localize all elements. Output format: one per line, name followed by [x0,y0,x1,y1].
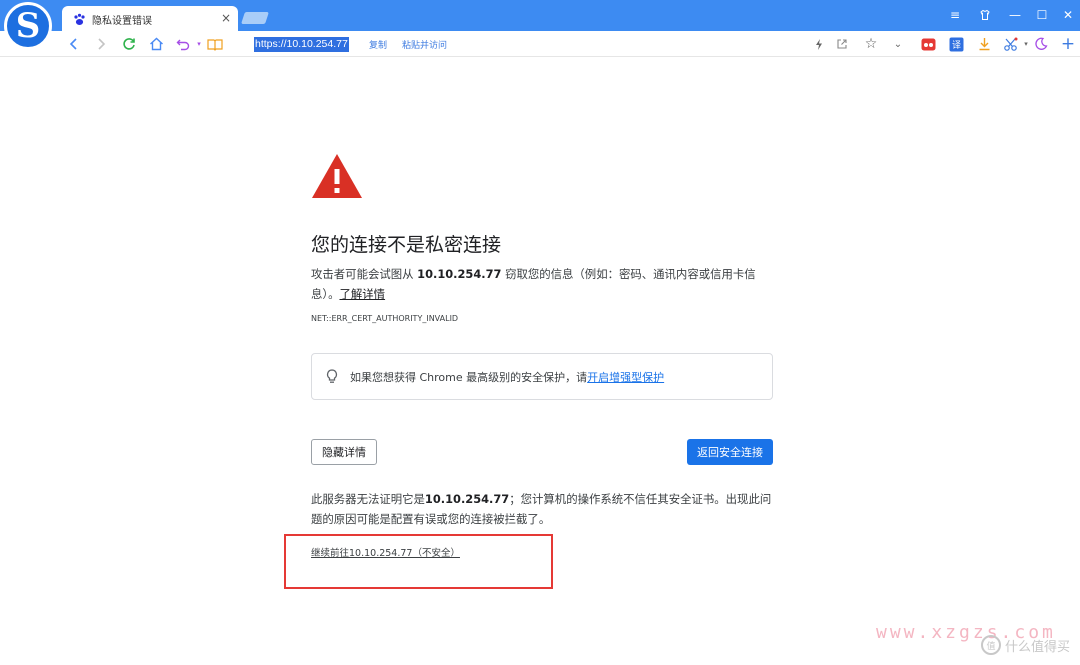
minimize-button[interactable]: — [1005,6,1025,24]
share-icon[interactable] [833,35,851,53]
message-text: 攻击者可能会试图从 [311,267,418,281]
back-to-safety-button[interactable]: 返回安全连接 [687,439,773,465]
enable-enhanced-protection-link[interactable]: 开启增强型保护 [587,369,664,385]
learn-more-link[interactable]: 了解详情 [339,287,385,301]
warning-triangle-icon [311,153,363,203]
tab-title: 隐私设置错误 [92,15,152,27]
details-message: 此服务器无法证明它是10.10.254.77；您计算机的操作系统不信任其安全证书… [311,489,776,529]
copy-button[interactable]: 复制 [369,38,387,51]
watermark-logo: 值 什么值得买 [980,635,1070,655]
skin-icon[interactable] [975,6,995,24]
refresh-icon[interactable] [120,35,138,53]
expand-chevron-icon[interactable]: ⌄ [889,35,907,53]
toolbar: ▾ https://10.10.254.77 复制 粘贴并访问 ☆ ⌄ 译 ▾ … [0,31,1080,57]
extension-red-icon[interactable] [919,35,937,53]
protection-text: 如果您想获得 Chrome 最高级别的安全保护，请 [350,370,588,384]
page-title: 您的连接不是私密连接 [311,234,502,256]
new-tab-button[interactable] [241,12,269,24]
title-bar: 隐私设置错误 × ≡ — ☐ ✕ [0,0,1080,32]
tab-close-icon[interactable]: × [221,11,231,25]
watermark-badge-icon: 值 [980,635,1001,655]
bookmark-star-icon[interactable]: ☆ [862,35,880,53]
details-host: 10.10.254.77 [424,492,510,506]
watermark-brand: 什么值得买 [1004,639,1070,655]
back-icon[interactable] [65,35,83,53]
highlight-annotation-box [284,534,553,589]
main-message: 攻击者可能会试图从 10.10.254.77 窃取您的信息（例如：密码、通讯内容… [311,264,756,304]
lightbulb-icon [324,369,340,385]
lightning-icon[interactable] [810,35,828,53]
address-bar-url[interactable]: https://10.10.254.77 [254,37,349,52]
browser-tab[interactable]: 隐私设置错误 × [62,6,238,32]
home-icon[interactable] [147,35,165,53]
baidu-paw-icon [72,12,86,26]
translate-icon[interactable]: 译 [947,35,965,53]
hide-details-button[interactable]: 隐藏详情 [311,439,377,465]
browser-logo[interactable]: S [4,2,52,50]
host-name: 10.10.254.77 [417,267,502,281]
enhanced-protection-box: 如果您想获得 Chrome 最高级别的安全保护，请 开启增强型保护 [311,353,773,400]
menu-icon[interactable]: ≡ [945,6,965,24]
svg-text:译: 译 [952,40,961,51]
add-icon[interactable]: + [1059,34,1077,54]
reading-mode-icon[interactable] [206,35,224,53]
night-mode-icon[interactable] [1032,35,1050,53]
close-window-button[interactable]: ✕ [1058,6,1078,24]
error-code: NET::ERR_CERT_AUTHORITY_INVALID [311,314,459,323]
download-icon[interactable] [975,35,993,53]
forward-icon[interactable] [92,35,110,53]
paste-and-go-button[interactable]: 粘贴并访问 [402,38,447,51]
details-text: 此服务器无法证明它是 [311,492,425,506]
maximize-button[interactable]: ☐ [1032,6,1052,24]
